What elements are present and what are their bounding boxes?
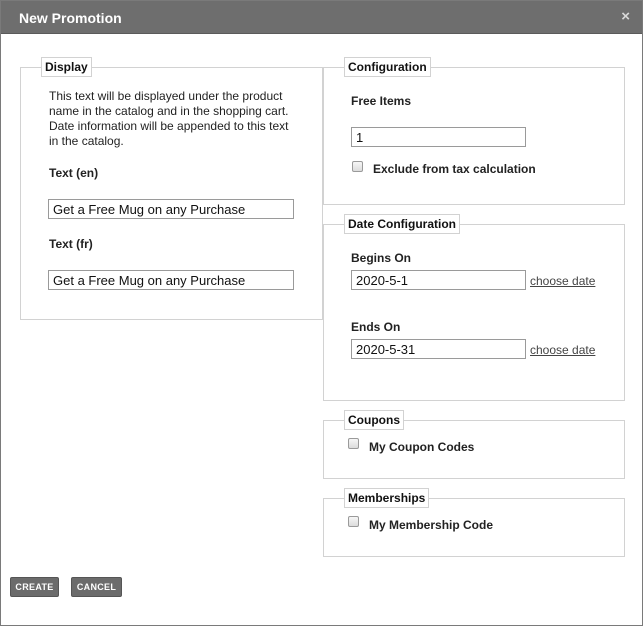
date-configuration-fieldset: Date Configuration bbox=[323, 214, 625, 401]
create-button[interactable]: CREATE bbox=[10, 577, 59, 597]
new-promotion-dialog: New Promotion × Display This text will b… bbox=[0, 0, 643, 626]
date-configuration-legend: Date Configuration bbox=[344, 214, 460, 234]
text-en-label: Text (en) bbox=[49, 166, 99, 180]
free-items-input[interactable] bbox=[351, 127, 526, 147]
membership-code-label: My Membership Code bbox=[369, 518, 494, 532]
display-legend: Display bbox=[41, 57, 92, 77]
ends-on-label: Ends On bbox=[351, 320, 401, 334]
ends-on-input[interactable] bbox=[351, 339, 526, 359]
begins-on-input[interactable] bbox=[351, 270, 526, 290]
close-icon[interactable]: × bbox=[621, 9, 630, 25]
text-en-input[interactable] bbox=[48, 199, 294, 219]
dialog-title: New Promotion bbox=[19, 10, 122, 26]
membership-code-checkbox[interactable] bbox=[348, 516, 359, 527]
free-items-label: Free Items bbox=[351, 94, 412, 108]
coupon-code-checkbox[interactable] bbox=[348, 438, 359, 449]
coupon-code-label: My Coupon Codes bbox=[369, 440, 475, 454]
begins-choose-date-link[interactable]: choose date bbox=[530, 274, 595, 288]
display-description: This text will be displayed under the pr… bbox=[49, 89, 289, 148]
begins-on-label: Begins On bbox=[351, 251, 412, 265]
dialog-titlebar: New Promotion × bbox=[1, 1, 642, 34]
exclude-tax-label: Exclude from tax calculation bbox=[373, 162, 536, 176]
exclude-tax-checkbox[interactable] bbox=[352, 161, 363, 172]
configuration-legend: Configuration bbox=[344, 57, 431, 77]
ends-choose-date-link[interactable]: choose date bbox=[530, 343, 595, 357]
cancel-button[interactable]: CANCEL bbox=[71, 577, 122, 597]
coupons-legend: Coupons bbox=[344, 410, 404, 430]
text-fr-label: Text (fr) bbox=[49, 237, 93, 251]
memberships-legend: Memberships bbox=[344, 488, 430, 508]
text-fr-input[interactable] bbox=[48, 270, 294, 290]
